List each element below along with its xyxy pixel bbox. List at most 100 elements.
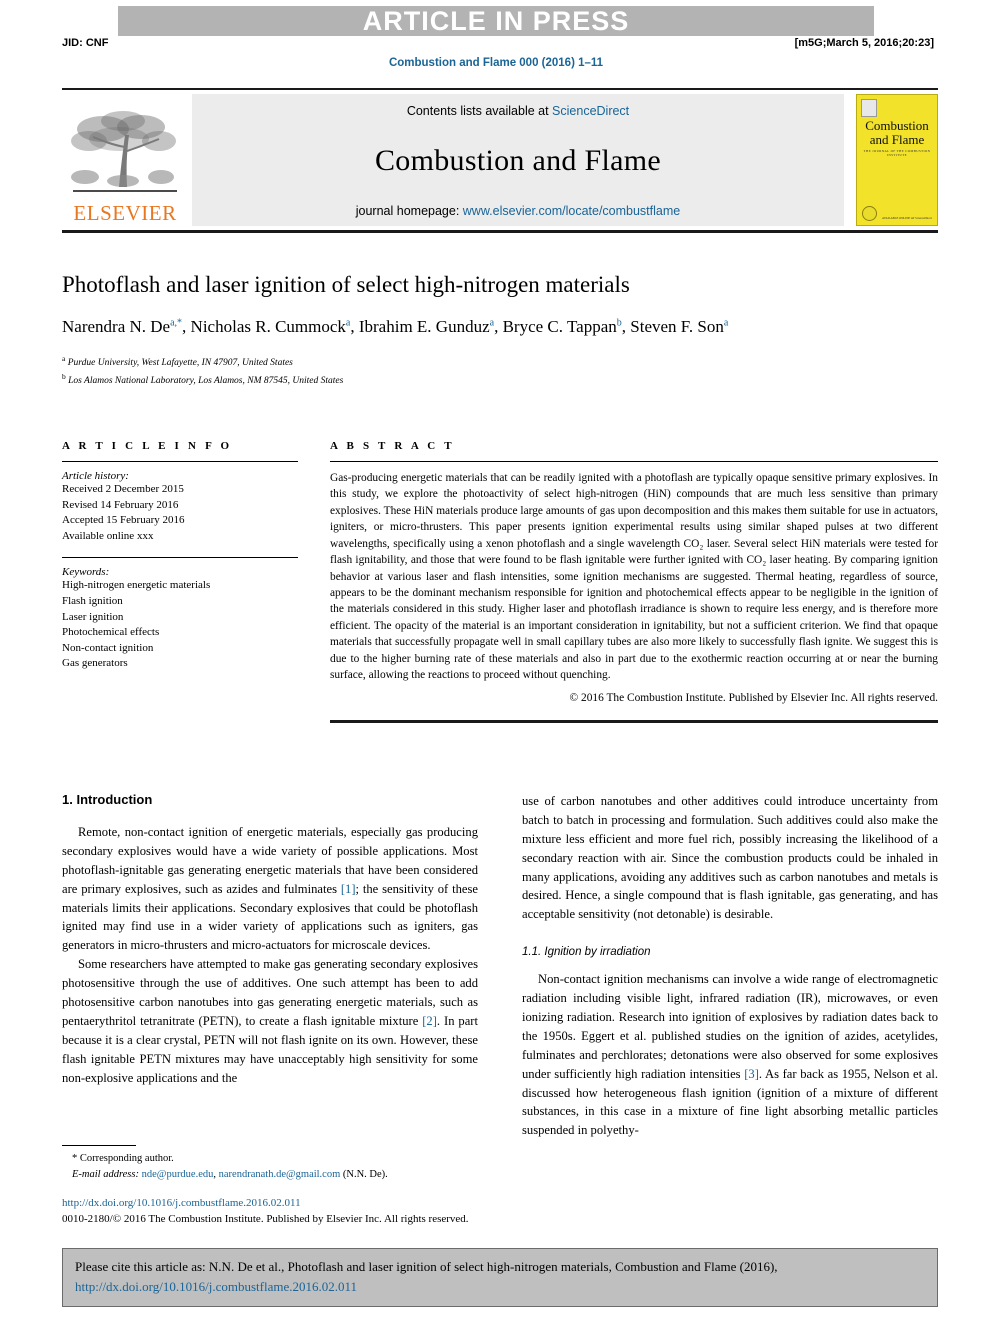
- info-abstract-region: A R T I C L E I N F O Article history: R…: [62, 440, 938, 724]
- elsevier-tree-icon: [69, 107, 181, 203]
- masthead-center-panel: Contents lists available at ScienceDirec…: [192, 94, 844, 226]
- author-affil-marker[interactable]: a: [490, 318, 494, 329]
- article-info-heading: A R T I C L E I N F O: [62, 440, 233, 452]
- article-history-item: Accepted 15 February 2016: [62, 514, 185, 527]
- author-name: Bryce C. Tappan: [502, 317, 617, 337]
- keyword-item: Photochemical effects: [62, 626, 160, 639]
- cover-title-line1: Combustion: [865, 118, 929, 133]
- cover-title: Combustion and Flame: [865, 119, 929, 146]
- affiliation-text: Los Alamos National Laboratory, Los Alam…: [68, 375, 344, 386]
- keyword-item: Flash ignition: [62, 595, 123, 608]
- journal-homepage-link[interactable]: www.elsevier.com/locate/combustflame: [463, 204, 680, 218]
- keyword-item: Gas generators: [62, 657, 128, 670]
- article-history-item: Revised 14 February 2016: [62, 498, 179, 511]
- email-link-secondary[interactable]: narendranath.de@gmail.com: [219, 1169, 341, 1180]
- paragraph: Remote, non-contact ignition of energeti…: [62, 823, 478, 955]
- affiliation-item: a Purdue University, West Lafayette, IN …: [62, 353, 938, 370]
- citation-ref[interactable]: [1]: [341, 882, 356, 896]
- paragraph-text: Some researchers have attempted to make …: [62, 957, 478, 1028]
- article-history-item: Available online xxx: [62, 529, 154, 542]
- author-name: Steven F. Son: [630, 317, 724, 337]
- article-info-column: A R T I C L E I N F O Article history: R…: [62, 440, 298, 723]
- article-in-press-banner: ARTICLE IN PRESS: [118, 6, 874, 36]
- email-label: E-mail address:: [72, 1168, 139, 1180]
- cover-bottom-row: AVAILABLE ONLINE AT ScienceDirect: [857, 206, 937, 221]
- paragraph-text: Non-contact ignition mechanisms can invo…: [522, 972, 938, 1081]
- author-name: Narendra N. De: [62, 317, 171, 337]
- author-affil-marker[interactable]: a,*: [170, 318, 182, 329]
- article-history-item: Received 2 December 2015: [62, 483, 184, 495]
- title-block: Photoflash and laser ignition of select …: [62, 272, 938, 388]
- paragraph: Some researchers have attempted to make …: [62, 955, 478, 1087]
- author-affil-marker[interactable]: a: [346, 318, 350, 329]
- subsection-heading-ignition-by-irradiation: 1.1. Ignition by irradiation: [522, 946, 651, 959]
- contents-line: Contents lists available at ScienceDirec…: [407, 104, 629, 118]
- page-title: Photoflash and laser ignition of select …: [62, 272, 630, 297]
- elsevier-wordmark: ELSEVIER: [73, 201, 177, 225]
- author-entry: Bryce C. Tappanb,: [502, 317, 631, 337]
- issn-copyright-line: 0010-2180/© 2016 The Combustion Institut…: [62, 1212, 469, 1225]
- cite-this-article-box: Please cite this article as: N.N. De et …: [62, 1248, 938, 1307]
- abstract-heading: A B S T R A C T: [330, 440, 455, 452]
- affiliation-text: Purdue University, West Lafayette, IN 47…: [67, 358, 293, 369]
- corresponding-author-note: * Corresponding author.: [72, 1153, 174, 1164]
- author-entry: Nicholas R. Cummocka,: [190, 317, 359, 337]
- section-heading-introduction: 1. Introduction: [62, 792, 153, 807]
- article-info-rule: [62, 461, 298, 462]
- affiliation-item: b Los Alamos National Laboratory, Los Al…: [62, 371, 938, 388]
- elsevier-logo: ELSEVIER: [62, 94, 188, 226]
- journal-title: Combustion and Flame: [375, 144, 661, 177]
- cover-seal-icon: [862, 206, 877, 221]
- keyword-item: High-nitrogen energetic materials: [62, 579, 211, 592]
- cover-subtitle: THE JOURNAL OF THE COMBUSTION INSTITUTE: [863, 149, 931, 158]
- author-affil-marker[interactable]: a: [724, 318, 728, 329]
- footnote-rule: [62, 1145, 136, 1146]
- cite-doi-link[interactable]: http://dx.doi.org/10.1016/j.combustflame…: [75, 1277, 925, 1297]
- article-in-press-label: ARTICLE IN PRESS: [362, 6, 630, 36]
- homepage-prefix: journal homepage:: [355, 204, 463, 218]
- author-name: Nicholas R. Cummock: [190, 317, 346, 337]
- abstract-body: Gas-producing energetic materials that c…: [330, 472, 938, 682]
- footnote-block: * Corresponding author. E-mail address: …: [62, 1145, 478, 1183]
- body-left-column: 1. Introduction Remote, non-contact igni…: [62, 792, 478, 1140]
- affiliation-marker: b: [62, 371, 66, 381]
- keyword-item: Non-contact ignition: [62, 641, 154, 654]
- homepage-line: journal homepage: www.elsevier.com/locat…: [356, 204, 680, 218]
- masthead-bottom-rule: [62, 230, 938, 233]
- cover-bottom-text: AVAILABLE ONLINE AT ScienceDirect: [881, 216, 932, 221]
- keywords-rule: [62, 557, 298, 559]
- cover-elsevier-mark-icon: [861, 99, 877, 117]
- email-link-primary[interactable]: nde@purdue.edu: [142, 1169, 214, 1180]
- abstract-rule: [330, 461, 938, 462]
- email-note: E-mail address: nde@purdue.edu, narendra…: [62, 1167, 478, 1183]
- abstract-column: A B S T R A C T Gas-producing energetic …: [330, 440, 938, 724]
- keywords-label: Keywords:: [62, 566, 110, 579]
- author-entry: Narendra N. Dea,*,: [62, 317, 191, 337]
- paragraph: Non-contact ignition mechanisms can invo…: [522, 970, 938, 1140]
- journal-cover-thumbnail: Combustion and Flame THE JOURNAL OF THE …: [856, 94, 938, 226]
- body-columns: 1. Introduction Remote, non-contact igni…: [62, 792, 938, 1140]
- cite-line-primary: Please cite this article as: N.N. De et …: [75, 1259, 778, 1274]
- affiliation-list: a Purdue University, West Lafayette, IN …: [62, 353, 938, 388]
- typesetter-stamp: [m5G;March 5, 2016;20:23]: [794, 37, 934, 49]
- author-name: Ibrahim E. Gunduz: [358, 317, 490, 337]
- abstract-copyright: © 2016 The Combustion Institute. Publish…: [569, 692, 938, 705]
- journal-masthead: ELSEVIER Contents lists available at Sci…: [62, 88, 938, 233]
- journal-id-label: JID: CNF: [62, 37, 109, 49]
- keyword-item: Laser ignition: [62, 610, 124, 623]
- author-entry: Ibrahim E. Gunduza,: [358, 317, 503, 337]
- paragraph: use of carbon nanotubes and other additi…: [522, 794, 938, 922]
- citation-ref[interactable]: [3]: [744, 1067, 759, 1081]
- citation-ref[interactable]: [2]: [422, 1014, 437, 1028]
- sciencedirect-link[interactable]: ScienceDirect: [552, 104, 629, 118]
- affiliation-marker: a: [62, 354, 66, 364]
- doi-link[interactable]: http://dx.doi.org/10.1016/j.combustflame…: [62, 1196, 622, 1212]
- author-affil-marker[interactable]: b: [617, 318, 622, 329]
- contents-prefix: Contents lists available at: [406, 104, 553, 118]
- author-entry: Steven F. Sona: [630, 317, 728, 336]
- abstract-bottom-rule: [330, 720, 938, 724]
- doi-block: http://dx.doi.org/10.1016/j.combustflame…: [62, 1196, 622, 1228]
- body-right-column: use of carbon nanotubes and other additi…: [522, 792, 938, 1140]
- author-list: Narendra N. Dea,*, Nicholas R. Cummocka,…: [62, 316, 938, 339]
